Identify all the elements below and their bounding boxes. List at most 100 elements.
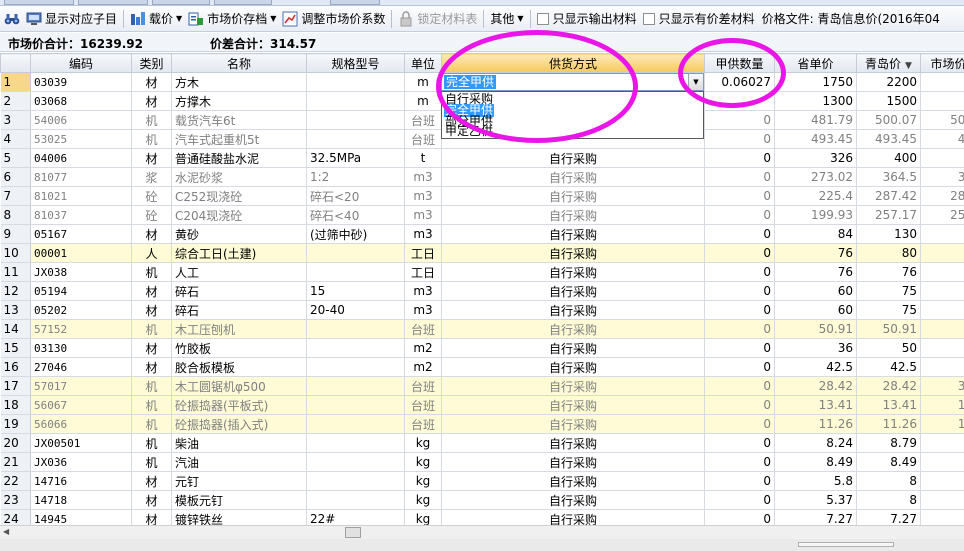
cell-qingdao-price[interactable]: 364.5: [856, 167, 921, 187]
cell-qingdao-price[interactable]: 13.41: [856, 395, 921, 415]
cell-market-price[interactable]: [920, 490, 964, 510]
save-market-price-button[interactable]: 市场价存档 ▼: [185, 8, 279, 30]
cell-supplied-qty[interactable]: 0: [704, 129, 775, 149]
cell-code[interactable]: 14716: [30, 471, 132, 491]
only-output-materials-toggle[interactable]: 只显示输出材料: [534, 8, 640, 30]
cell-market-price[interactable]: [920, 338, 964, 358]
cell-name[interactable]: 综合工日(土建): [171, 243, 307, 263]
cell-qingdao-price[interactable]: 8.49: [856, 452, 921, 472]
cell-type[interactable]: 砼: [131, 205, 172, 225]
cell-code[interactable]: JX038: [30, 262, 132, 282]
cell-name[interactable]: 普通硅酸盐水泥: [171, 148, 307, 168]
cell-name[interactable]: 碎石: [171, 281, 307, 301]
cell-type[interactable]: 人: [131, 243, 172, 263]
table-row[interactable]: 1956066机砼振捣器(插入式)台班自行采购011.2611.2611: [0, 414, 964, 434]
cell-code[interactable]: 57152: [30, 319, 132, 339]
cell-spec[interactable]: [306, 490, 405, 510]
tab-edge[interactable]: [330, 0, 380, 5]
cell-spec[interactable]: [306, 262, 405, 282]
cell-code[interactable]: 03068: [30, 91, 132, 111]
cell-unit[interactable]: kg: [404, 433, 442, 453]
row-number[interactable]: 7: [0, 186, 31, 206]
cell-type[interactable]: 机: [131, 110, 172, 130]
row-number[interactable]: 18: [0, 395, 31, 415]
cell-supplied-qty[interactable]: [704, 91, 775, 111]
cell-code[interactable]: 81021: [30, 186, 132, 206]
cell-unit[interactable]: t: [404, 148, 442, 168]
cell-code[interactable]: 05167: [30, 224, 132, 244]
cell-type[interactable]: 机: [131, 376, 172, 396]
cell-type[interactable]: 材: [131, 357, 172, 377]
cell-name[interactable]: 汽油: [171, 452, 307, 472]
cell-code[interactable]: 57017: [30, 376, 132, 396]
cell-code[interactable]: 14945: [30, 509, 132, 525]
cell-province-price[interactable]: 50.91: [774, 319, 857, 339]
cell-province-price[interactable]: 28.42: [774, 376, 857, 396]
cell-province-price[interactable]: 60: [774, 281, 857, 301]
row-number[interactable]: 3: [0, 110, 31, 130]
cell-type[interactable]: 材: [131, 471, 172, 491]
cell-province-price[interactable]: 13.41: [774, 395, 857, 415]
cell-name[interactable]: 砼振捣器(插入式): [171, 414, 307, 434]
cell-name[interactable]: 胶合板模板: [171, 357, 307, 377]
cell-name[interactable]: 载货汽车6t: [171, 110, 307, 130]
cell-spec[interactable]: [306, 72, 405, 92]
cell-qingdao-price[interactable]: 75: [856, 281, 921, 301]
header-market-price[interactable]: 市场价: [920, 53, 964, 73]
cell-type[interactable]: 材: [131, 300, 172, 320]
row-number[interactable]: 2: [0, 91, 31, 111]
cell-spec[interactable]: 碎石<20: [306, 186, 405, 206]
cell-supplied-qty[interactable]: 0: [704, 167, 775, 187]
cell-unit[interactable]: 台班: [404, 376, 442, 396]
cell-qingdao-price[interactable]: 8: [856, 490, 921, 510]
cell-code[interactable]: 81037: [30, 205, 132, 225]
scroll-left-icon[interactable]: ◀: [3, 527, 9, 536]
cell-qingdao-price[interactable]: 80: [856, 243, 921, 263]
header-name[interactable]: 名称: [171, 53, 307, 73]
cell-qingdao-price[interactable]: 257.17: [856, 205, 921, 225]
row-number[interactable]: 12: [0, 281, 31, 301]
cell-qingdao-price[interactable]: 75: [856, 300, 921, 320]
table-row[interactable]: 21JX036机汽油kg自行采购08.498.498: [0, 452, 964, 472]
cell-spec[interactable]: [306, 319, 405, 339]
table-row[interactable]: 5 04006 材普通硅酸盐水泥 32.5MPa t 自行采购 0 326 400: [0, 148, 964, 168]
cell-type[interactable]: 机: [131, 262, 172, 282]
cell-code[interactable]: JX036: [30, 452, 132, 472]
cell-province-price[interactable]: 273.02: [774, 167, 857, 187]
horizontal-scrollbar[interactable]: ◀: [0, 525, 964, 539]
row-number[interactable]: 15: [0, 338, 31, 358]
cell-market-price[interactable]: 1: [920, 91, 964, 111]
other-menu-button[interactable]: 其他 ▼: [487, 8, 526, 30]
row-number[interactable]: 17: [0, 376, 31, 396]
cell-qingdao-price[interactable]: 76: [856, 262, 921, 282]
cell-province-price[interactable]: 11.26: [774, 414, 857, 434]
cell-spec[interactable]: [306, 471, 405, 491]
cell-supplied-qty[interactable]: 0: [704, 243, 775, 263]
cell-supply-method[interactable]: 自行采购: [441, 300, 705, 320]
cell-supplied-qty[interactable]: 0: [704, 471, 775, 491]
cell-unit[interactable]: 工日: [404, 262, 442, 282]
cell-code[interactable]: 81077: [30, 167, 132, 187]
cell-name[interactable]: 水泥砂浆: [171, 167, 307, 187]
cell-spec[interactable]: [306, 452, 405, 472]
show-sub-items-button[interactable]: 显示对应子目: [23, 8, 120, 30]
cell-province-price[interactable]: 225.4: [774, 186, 857, 206]
cell-name[interactable]: 木工圆锯机φ500: [171, 376, 307, 396]
cell-unit[interactable]: 台班: [404, 319, 442, 339]
cell-qingdao-price[interactable]: 500.07: [856, 110, 921, 130]
cell-qingdao-price[interactable]: 11.26: [856, 414, 921, 434]
cell-market-price[interactable]: [920, 262, 964, 282]
cell-qingdao-price[interactable]: 493.45: [856, 129, 921, 149]
table-row[interactable]: 1627046材胶合板模板m2自行采购042.542.54: [0, 357, 964, 377]
cell-province-price[interactable]: 84: [774, 224, 857, 244]
cell-market-price[interactable]: 8: [920, 433, 964, 453]
row-number[interactable]: 10: [0, 243, 31, 263]
row-number[interactable]: 13: [0, 300, 31, 320]
cell-spec[interactable]: 15: [306, 281, 405, 301]
cell-code[interactable]: 04006: [30, 148, 132, 168]
cell-name[interactable]: 木工压刨机: [171, 319, 307, 339]
cell-spec[interactable]: [306, 414, 405, 434]
cell-supplied-qty[interactable]: 0: [704, 262, 775, 282]
cell-market-price[interactable]: 11: [920, 414, 964, 434]
cell-supplied-qty[interactable]: 0.06027: [704, 72, 775, 92]
